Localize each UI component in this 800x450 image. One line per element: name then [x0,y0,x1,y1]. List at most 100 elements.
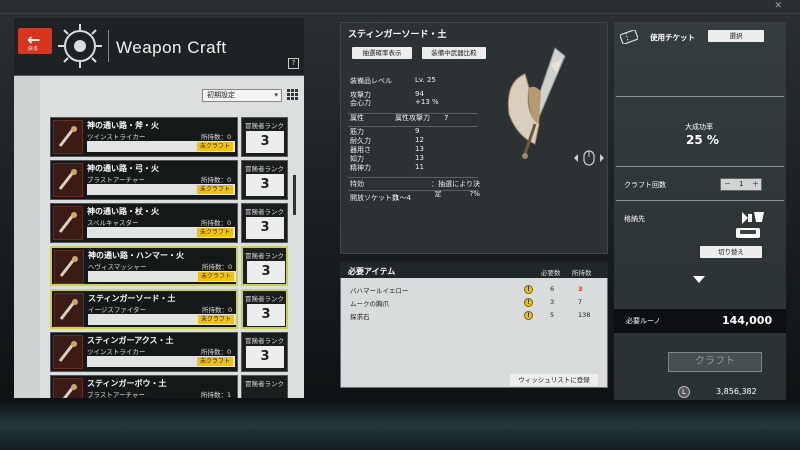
back-button[interactable]: ← 戻る [18,28,52,54]
weapon-card[interactable]: 神の通い路・弓・火 ブラストアーチャー 所持数：0 未クラフト [50,160,238,200]
stat-label: 開放ソケット数 [350,194,399,202]
great-success-value: 25 % [686,133,719,147]
grid-view-icon[interactable] [287,89,299,101]
close-icon[interactable]: ✕ [774,1,782,11]
craft-button[interactable]: クラフト [668,352,762,372]
weapon-card[interactable]: スティンガーボウ・土 ブラストアーチャー 所持数：1 [50,375,238,398]
increment-button[interactable]: ＋ [752,179,759,190]
craft-count-label: クラフト回数 [624,181,666,189]
weapon-card[interactable]: スティンガーソード・土 イージスファイター 所持数：0 未クラフト [50,289,238,329]
panel-divider [616,166,784,167]
great-success-label: 大成功率 [685,123,713,131]
rank-requirement: 冒険者ランク [241,375,288,398]
weapon-icon [54,250,84,284]
owned-count: 所持数：0 [201,133,232,141]
weapon-icon [53,120,83,154]
chevron-down-icon: ▾ [274,91,278,99]
weapon-class: ブラストアーチャー [87,176,145,184]
weapon-class: ヘヴィスマッシャー [88,263,147,271]
stat-label: 会心力 [350,99,371,107]
rank-requirement: 冒険者ランク 3 [241,332,288,372]
required-items-panel [340,262,608,388]
weapon-class: ブラストアーチャー [87,391,145,398]
weapon-list-item[interactable]: スティンガーソード・土 イージスファイター 所持数：0 未クラフト 冒険者ランク 3 [50,289,288,329]
weapon-card[interactable]: 神の通い路・ハンマー・火 ヘヴィスマッシャー 所持数：0 未クラフト [50,246,238,286]
craft-count-stepper[interactable]: － 1 ＋ [720,178,762,191]
list-scrollbar[interactable] [293,175,296,215]
required-item-row[interactable]: バハマールイエロー! 6 3 [346,284,602,296]
add-to-wishlist-button[interactable]: ウィッシュリストに登録 [510,374,598,386]
show-rates-button[interactable]: 抽選確率表示 [352,47,412,59]
coin-icon[interactable]: ! [524,298,533,307]
money-value: 3,856,382 [716,387,757,396]
weapon-list-item[interactable]: 神の通い路・斧・火 ツインストライカー 所持数：0 未クラフト 冒険者ランク 3 [50,117,288,157]
stat-value: +13 % [415,98,439,106]
coin-icon[interactable]: ! [524,285,533,294]
item-need: 5 [550,311,555,319]
stat-value: 9 [415,127,420,135]
sort-select[interactable]: 初期設定 ▾ [202,89,282,102]
stat-value: 94 [415,90,424,98]
arrow-down-icon [693,276,705,283]
weapon-list-item[interactable]: 神の通い路・ハンマー・火 ヘヴィスマッシャー 所持数：0 未クラフト 冒険者ランク 3 [50,246,288,286]
back-button-label: 戻る [28,46,39,52]
stat-row: 会心力 +13 % [350,98,480,108]
title-divider [108,30,109,62]
weapon-status-bar: 未クラフト [87,184,235,195]
title-bar [0,0,800,14]
stat-separator [348,126,478,127]
select-ticket-label: 選択 [729,32,743,40]
stat-label: 耐久力 [350,137,371,145]
storage-icon [736,212,764,238]
stat-separator [348,190,478,191]
item-have: 3 [578,285,583,293]
help-icon[interactable]: ? [288,58,299,69]
weapon-class: イージスファイター [88,306,147,314]
rotate-view-icon[interactable] [572,150,606,166]
weapon-status-bar: 未クラフト [88,271,236,282]
stat-label: 精神力 [350,164,371,172]
stat-separator [348,113,478,114]
weapon-class: スペルキャスター [87,219,139,227]
item-have: 7 [578,298,583,306]
status-badge: 未クラフト [196,228,233,237]
required-item-row[interactable]: ムークの胸爪! 3 7 [346,297,602,309]
item-need: 6 [550,285,555,293]
stat-value: 13 [415,154,424,162]
storage-destination-label: 格納先 [624,215,645,223]
weapon-icon [53,335,83,369]
weapon-icon [53,163,83,197]
list-decoration [14,76,40,398]
weapon-list-item[interactable]: 神の通い路・弓・火 ブラストアーチャー 所持数：0 未クラフト 冒険者ランク 3 [50,160,288,200]
decrement-button[interactable]: － [724,179,731,190]
detail-title: スティンガーソード・土 [348,30,447,40]
stat-value: 13 [415,145,424,153]
rank-value: 3 [246,217,284,239]
compare-equipped-button[interactable]: 装備中武器比較 [422,47,486,59]
coin-icon[interactable]: ! [524,311,533,320]
select-ticket-button[interactable]: 選択 [708,30,764,42]
owned-count: 所持数：1 [201,391,232,398]
switch-storage-button[interactable]: 切り替え [700,246,762,258]
required-items-title: 必要アイテム [348,267,396,276]
status-badge: 未クラフト [196,185,233,194]
weapon-name: スティンガーボウ・土 [87,379,167,388]
bottom-glow [0,400,800,450]
weapon-name: 神の通い路・ハンマー・火 [88,251,184,260]
weapon-list-item[interactable]: 神の通い路・杖・火 スペルキャスター 所持数：0 未クラフト 冒険者ランク 3 [50,203,288,243]
weapon-card[interactable]: 神の通い路・杖・火 スペルキャスター 所持数：0 未クラフト [50,203,238,243]
weapon-list-item[interactable]: スティンガーボウ・土 ブラストアーチャー 所持数：1 冒険者ランク [50,375,288,398]
weapon-card[interactable]: 神の通い路・斧・火 ツインストライカー 所持数：0 未クラフト [50,117,238,157]
stat-value: 11 [415,163,424,171]
weapon-card[interactable]: スティンガーアクス・土 ツインストライカー 所持数：0 未クラフト [50,332,238,372]
stat-label: 器用さ [350,146,371,154]
required-runo-value: 144,000 [722,314,773,327]
stat-row: 装備品レベル Lv. 25 [350,76,480,86]
weapon-icon [53,378,83,398]
required-item-row[interactable]: 探求石! 5 138 [346,310,602,322]
weapon-icon [54,293,84,327]
stat-label: 特効 [350,180,364,188]
weapon-list-item[interactable]: スティンガーアクス・土 ツインストライカー 所持数：0 未クラフト 冒険者ランク 3 [50,332,288,372]
switch-storage-label: 切り替え [718,248,744,256]
emblem-icon [58,24,102,68]
